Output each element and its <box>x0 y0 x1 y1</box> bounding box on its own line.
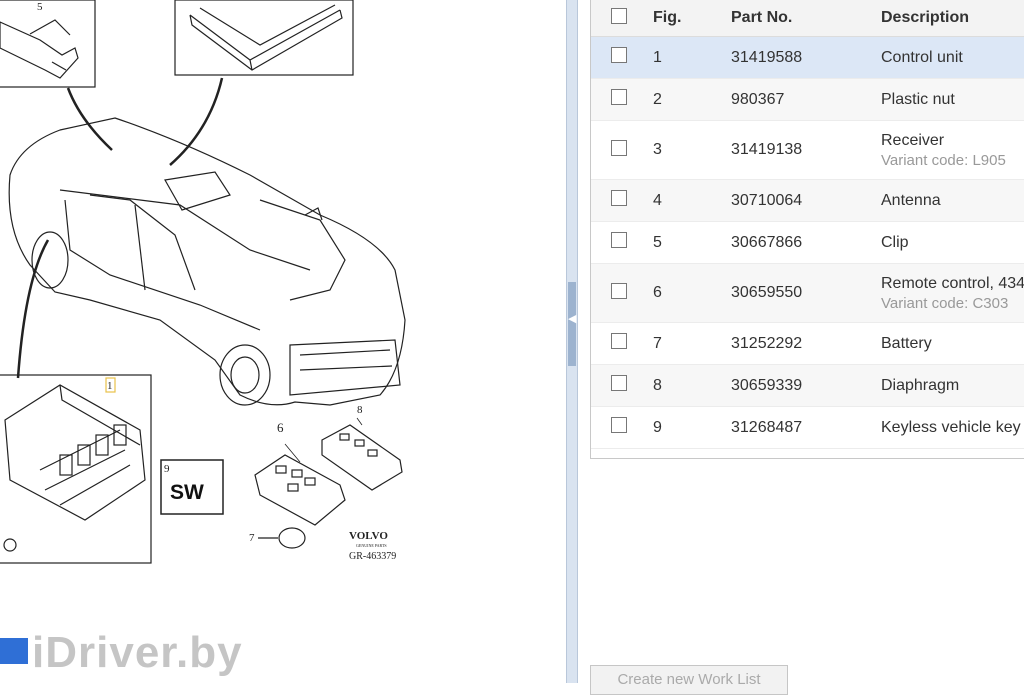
table-row[interactable]: 6 30659550 Remote control, 434 Variant code… <box>591 263 1024 323</box>
parts-table: Fig. Part No. Description 1 31419588 Contr… <box>591 0 1024 449</box>
collapse-left-icon[interactable]: ◀ <box>568 312 576 326</box>
cell-description: Clip <box>881 233 909 251</box>
cell-part-no: 31252292 <box>725 322 881 365</box>
header-description[interactable]: Description <box>881 0 1024 37</box>
cell-part-no: 30659550 <box>725 263 881 323</box>
cell-description: Control unit <box>881 48 963 66</box>
table-row[interactable]: 9 31268487 Keyless vehicle key <box>591 406 1024 449</box>
cell-part-no: 31268487 <box>725 406 881 449</box>
cell-description: Remote control, 434 <box>881 274 1024 292</box>
table-row[interactable]: 8 30659339 Diaphragm <box>591 364 1024 407</box>
cell-description: Antenna <box>881 191 941 209</box>
cell-fig: 9 <box>649 406 725 449</box>
table-header: Fig. Part No. Description <box>591 0 1024 37</box>
watermark-text: iDriver.by <box>32 628 243 677</box>
cell-fig: 2 <box>649 78 725 121</box>
row-checkbox[interactable] <box>611 333 627 349</box>
cell-variant-code: Variant code: L905 <box>881 151 1006 169</box>
sw-label: SW <box>170 481 204 504</box>
brand-logo: VOLVO <box>349 530 388 542</box>
callout-6: 6 <box>277 420 284 435</box>
cell-fig: 3 <box>649 120 725 180</box>
row-checkbox[interactable] <box>611 47 627 63</box>
table-row[interactable]: 1 31419588 Control unit <box>591 36 1024 79</box>
watermark-logo-icon <box>0 638 28 665</box>
cell-fig: 1 <box>649 36 725 79</box>
cell-fig: 5 <box>649 221 725 264</box>
header-part-no[interactable]: Part No. <box>725 0 881 37</box>
cell-part-no: 31419138 <box>725 120 881 180</box>
inset-control-unit <box>0 374 152 564</box>
cell-part-no: 31419588 <box>725 36 881 79</box>
panel-splitter[interactable]: ◀ <box>566 0 578 683</box>
cell-description: Receiver <box>881 131 945 149</box>
diagram-reference: GR-463379 <box>349 551 396 562</box>
row-checkbox[interactable] <box>611 190 627 206</box>
row-checkbox[interactable] <box>611 282 627 299</box>
row-checkbox[interactable] <box>611 139 627 156</box>
table-row[interactable]: 2 980367 Plastic nut <box>591 78 1024 121</box>
cell-fig: 4 <box>649 179 725 222</box>
select-all-checkbox[interactable] <box>611 7 627 24</box>
parts-list-panel: Fig. Part No. Description 1 31419588 Contr… <box>590 0 1024 459</box>
cell-description: Battery <box>881 334 932 352</box>
watermark: iDriver.by <box>0 628 243 678</box>
create-worklist-button[interactable]: Create new Work List <box>590 665 788 695</box>
table-row[interactable]: 7 31252292 Battery <box>591 322 1024 365</box>
callout-1: 1 <box>107 380 113 392</box>
cell-fig: 6 <box>649 263 725 323</box>
callout-9: 9 <box>164 463 170 475</box>
cell-part-no: 30659339 <box>725 364 881 407</box>
row-checkbox[interactable] <box>611 232 627 248</box>
callout-8: 8 <box>357 404 363 416</box>
row-checkbox[interactable] <box>611 375 627 391</box>
callout-5: 5 <box>37 1 43 13</box>
table-row[interactable]: 5 30667866 Clip <box>591 221 1024 264</box>
cell-fig: 7 <box>649 322 725 365</box>
cell-description: Keyless vehicle key <box>881 418 1021 436</box>
inset-clip <box>0 0 96 88</box>
cell-variant-code: Variant code: C303 <box>881 294 1009 312</box>
cell-fig: 8 <box>649 364 725 407</box>
cell-part-no: 30710064 <box>725 179 881 222</box>
cell-description: Diaphragm <box>881 376 960 394</box>
cell-part-no: 30667866 <box>725 221 881 264</box>
callout-7: 7 <box>249 532 255 544</box>
cell-part-no: 980367 <box>725 78 881 121</box>
table-row[interactable]: 3 31419138 Receiver Variant code: L905 <box>591 120 1024 180</box>
row-checkbox[interactable] <box>611 89 627 105</box>
exploded-view-illustration: 5 1 9 6 8 7 VOLVO GENUINE PARTS GR-46337… <box>0 0 406 564</box>
row-checkbox[interactable] <box>611 417 627 433</box>
parts-diagram: 5 1 9 6 8 7 VOLVO GENUINE PARTS GR-46337… <box>0 0 566 683</box>
brand-subtitle: GENUINE PARTS <box>356 543 387 548</box>
table-row[interactable]: 4 30710064 Antenna <box>591 179 1024 222</box>
header-fig[interactable]: Fig. <box>649 0 725 37</box>
cell-description: Plastic nut <box>881 90 955 108</box>
